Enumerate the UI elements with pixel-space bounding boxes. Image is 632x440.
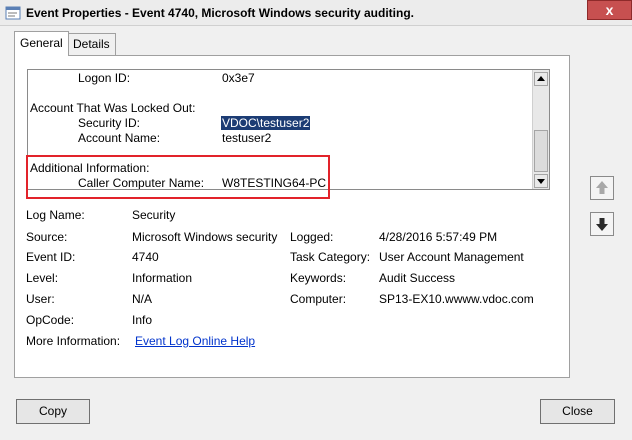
copy-button[interactable]: Copy bbox=[16, 399, 90, 424]
logon-id-label: Logon ID: bbox=[78, 71, 131, 85]
source-value: Microsoft Windows security bbox=[132, 230, 278, 244]
event-viewer-icon bbox=[5, 6, 21, 20]
tab-details[interactable]: Details bbox=[67, 33, 116, 55]
keywords-label: Keywords: bbox=[290, 271, 347, 285]
logged-label: Logged: bbox=[290, 230, 334, 244]
logon-id-value: 0x3e7 bbox=[222, 71, 255, 85]
level-label: Level: bbox=[26, 271, 59, 285]
opcode-label: OpCode: bbox=[26, 313, 75, 327]
computer-value: SP13-EX10.wwww.vdoc.com bbox=[379, 292, 534, 306]
close-window-button[interactable]: x bbox=[587, 0, 632, 20]
log-name-label: Log Name: bbox=[26, 208, 85, 222]
highlight-annotation-box bbox=[26, 155, 330, 199]
user-value: N/A bbox=[132, 292, 153, 306]
opcode-value: Info bbox=[132, 313, 153, 327]
account-name-label: Account Name: bbox=[78, 131, 161, 145]
computer-label: Computer: bbox=[290, 292, 347, 306]
source-label: Source: bbox=[26, 230, 68, 244]
security-id-label: Security ID: bbox=[78, 116, 141, 130]
next-event-button[interactable] bbox=[590, 212, 614, 236]
logged-value: 4/28/2016 5:57:49 PM bbox=[379, 230, 498, 244]
event-log-online-help-link[interactable]: Event Log Online Help bbox=[135, 334, 255, 348]
arrow-up-icon bbox=[596, 181, 608, 194]
scroll-up-button[interactable] bbox=[534, 72, 548, 86]
event-id-value: 4740 bbox=[132, 250, 159, 264]
log-name-value: Security bbox=[132, 208, 176, 222]
scroll-up-arrow-icon bbox=[537, 76, 545, 81]
level-value: Information bbox=[132, 271, 193, 285]
scroll-down-arrow-icon bbox=[537, 179, 545, 184]
close-button[interactable]: Close bbox=[540, 399, 615, 424]
description-scrollbar[interactable] bbox=[532, 70, 549, 189]
keywords-value: Audit Success bbox=[379, 271, 456, 285]
security-id-value: VDOC\testuser2 bbox=[221, 116, 311, 130]
scroll-down-button[interactable] bbox=[534, 174, 548, 188]
more-info-label: More Information: bbox=[26, 334, 121, 348]
task-category-value: User Account Management bbox=[379, 250, 524, 264]
event-id-label: Event ID: bbox=[26, 250, 76, 264]
locked-account-heading: Account That Was Locked Out: bbox=[30, 101, 196, 115]
scroll-thumb[interactable] bbox=[534, 130, 548, 172]
task-category-label: Task Category: bbox=[290, 250, 371, 264]
account-name-value: testuser2 bbox=[222, 131, 272, 145]
window-title: Event Properties - Event 4740, Microsoft… bbox=[26, 6, 414, 20]
previous-event-button[interactable] bbox=[590, 176, 614, 200]
arrow-down-icon bbox=[596, 218, 608, 231]
user-label: User: bbox=[26, 292, 55, 306]
title-bar: Event Properties - Event 4740, Microsoft… bbox=[0, 0, 632, 26]
tab-general[interactable]: General bbox=[14, 31, 69, 56]
